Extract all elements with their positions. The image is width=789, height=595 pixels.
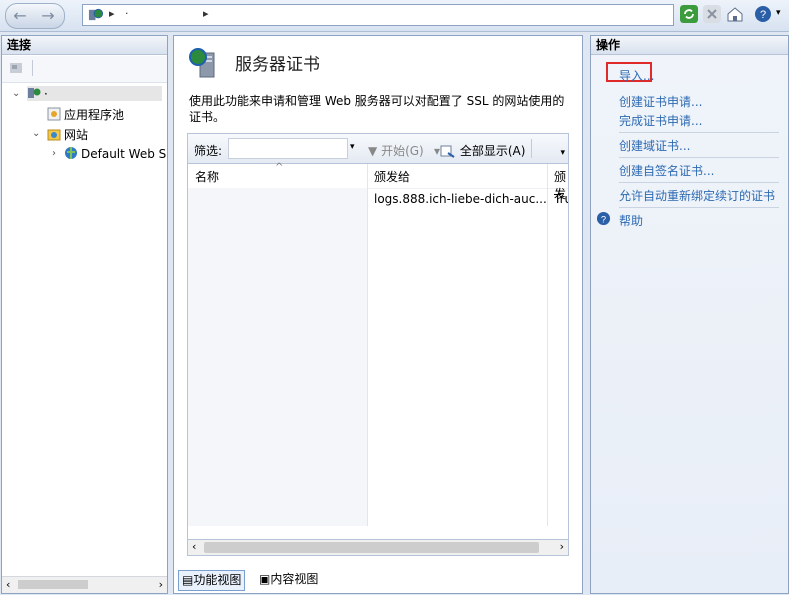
server-icon <box>88 8 103 21</box>
column-divider <box>367 164 368 526</box>
expand-server-chevron-icon[interactable]: ⌄ <box>12 88 20 99</box>
show-all-button[interactable]: ▾ 全部显示(A) <box>434 142 525 159</box>
action-create-certificate-request[interactable]: 创建证书申请... <box>619 93 702 110</box>
forward-arrow-icon[interactable]: → <box>38 6 58 26</box>
default-site-label: Default Web S <box>81 147 167 161</box>
content-view-icon: ▣ <box>259 572 271 586</box>
refresh-icon[interactable] <box>680 5 698 23</box>
action-import[interactable]: 导入... <box>619 67 654 84</box>
back-arrow-icon[interactable]: ← <box>10 6 30 26</box>
grid-hscrollbar[interactable]: ‹ › <box>187 539 569 556</box>
tree-node-default-site[interactable]: Default Web S <box>64 146 167 161</box>
help-dropdown-icon[interactable]: ▾ <box>776 8 781 18</box>
sites-label: 网站 <box>64 128 89 142</box>
column-header-issued-to[interactable]: 颁发给 <box>374 168 410 185</box>
toolbar-divider <box>32 60 33 76</box>
app-pools-label: 应用程序池 <box>64 108 125 122</box>
funnel-icon: ▼ <box>368 144 378 158</box>
website-globe-icon <box>65 147 77 159</box>
scroll-left-icon[interactable]: ‹ <box>192 540 196 553</box>
filter-divider <box>531 139 532 158</box>
scroll-right-icon[interactable]: › <box>159 578 163 591</box>
filter-label: 筛选: <box>194 144 223 158</box>
start-label: 开始(G) <box>381 144 424 158</box>
breadcrumb-separator-icon: ▸ <box>203 7 209 20</box>
connections-panel: 连接 ⌄ · 应用程序池 ⌄ 网站 › Default Web S ‹ › <box>1 35 168 594</box>
home-icon[interactable] <box>726 5 744 23</box>
app-pool-icon <box>47 107 61 121</box>
svg-text:?: ? <box>760 9 766 21</box>
overflow-dropdown-icon[interactable]: ▾ <box>560 148 565 158</box>
sites-folder-icon <box>47 129 61 141</box>
action-complete-certificate-request[interactable]: 完成证书申请... <box>619 112 702 129</box>
filter-dropdown-icon[interactable]: ▾ <box>350 142 355 152</box>
action-create-self-signed-certificate[interactable]: 创建自签名证书... <box>619 162 714 179</box>
help-icon: ? <box>596 211 611 226</box>
server-icon <box>28 88 41 98</box>
address-bar[interactable]: ▸ · ▸ <box>82 4 674 26</box>
scroll-right-icon[interactable]: › <box>560 540 564 553</box>
column-divider <box>547 164 548 526</box>
svg-text:?: ? <box>601 214 606 224</box>
tab-content-view[interactable]: ▣内容视图 <box>256 570 321 589</box>
show-all-label: 全部显示(A) <box>459 144 526 158</box>
connections-hscrollbar[interactable]: ‹ › <box>2 576 167 593</box>
actions-divider <box>619 157 779 158</box>
sort-ascending-icon: ^ <box>275 162 284 173</box>
actions-header: 操作 <box>591 36 788 55</box>
address-toolbar: ← → ▸ · ▸ ? ▾ <box>0 0 789 32</box>
help-icon[interactable]: ? <box>754 5 772 23</box>
connections-header: 连接 <box>2 36 167 55</box>
table-row-selected-cell[interactable] <box>188 188 367 526</box>
tree-node-server[interactable]: · <box>27 86 162 101</box>
row-cell-issued-by[interactable]: Tru <box>554 192 568 206</box>
tab-features-view[interactable]: ▤功能视图 <box>178 570 246 591</box>
breadcrumb-server[interactable]: · <box>125 7 129 20</box>
connections-toolbar <box>2 56 167 83</box>
tree-node-sites[interactable]: 网站 <box>47 126 88 143</box>
content-view-label: 内容视图 <box>270 572 319 586</box>
scroll-thumb[interactable] <box>204 542 539 553</box>
start-button[interactable]: ▼ 开始(G) <box>368 142 424 159</box>
expand-sites-chevron-icon[interactable]: ⌄ <box>32 128 40 139</box>
scroll-thumb[interactable] <box>18 580 88 589</box>
tree-node-app-pools[interactable]: 应用程序池 <box>47 106 124 123</box>
scroll-left-icon[interactable]: ‹ <box>6 578 10 591</box>
show-all-icon <box>440 145 455 158</box>
page-title: 服务器证书 <box>235 55 320 75</box>
server-certificate-icon <box>189 48 215 78</box>
action-help[interactable]: 帮助 <box>619 212 643 229</box>
features-view-label: 功能视图 <box>193 573 242 587</box>
actions-divider <box>619 132 779 133</box>
feature-panel: 服务器证书 使用此功能来申请和管理 Web 服务器可以对配置了 SSL 的网站使… <box>173 35 583 594</box>
page-description: 使用此功能来申请和管理 Web 服务器可以对配置了 SSL 的网站使用的证书。 <box>189 94 565 124</box>
actions-panel: 操作 导入... 创建证书申请... 完成证书申请... 创建域证书... 创建… <box>590 35 789 594</box>
connect-icon[interactable] <box>9 61 25 75</box>
breadcrumb-separator-icon: ▸ <box>109 7 115 20</box>
row-cell-issued-to[interactable]: logs.888.ich-liebe-dich-auc... <box>374 192 547 206</box>
stop-icon[interactable] <box>703 5 721 23</box>
server-name: · <box>44 87 48 101</box>
actions-divider <box>619 182 779 183</box>
navigation-buttons: ← → <box>5 3 65 29</box>
action-enable-auto-rebind[interactable]: 允许自动重新绑定续订的证书 <box>619 187 775 204</box>
actions-divider <box>619 207 779 208</box>
filter-input[interactable] <box>228 138 348 159</box>
column-header-name[interactable]: 名称 <box>195 168 219 185</box>
action-create-domain-certificate[interactable]: 创建域证书... <box>619 137 690 154</box>
expand-default-site-chevron-icon[interactable]: › <box>52 148 56 159</box>
features-view-icon: ▤ <box>182 573 194 587</box>
certificates-grid: ^ 名称 颁发给 颁发 logs.888.ich-liebe-dich-auc.… <box>187 162 569 554</box>
filter-toolbar: 筛选: ▾ ▼ 开始(G) ▾ 全部显示(A) ▾ <box>187 133 569 164</box>
